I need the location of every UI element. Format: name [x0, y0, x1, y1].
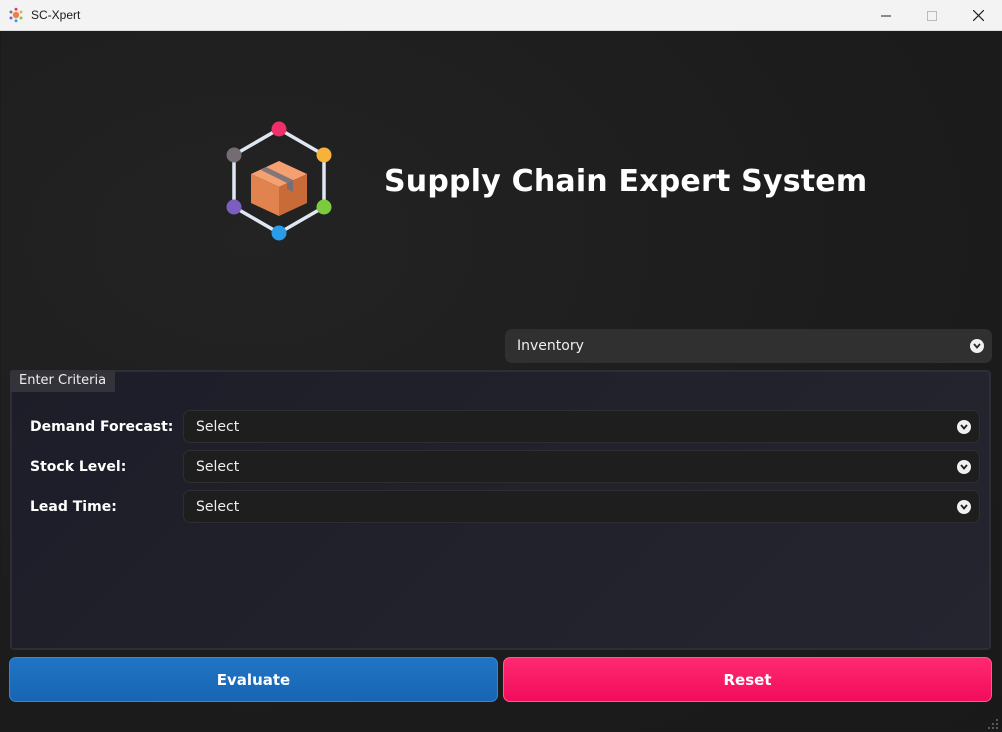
demand-forecast-select[interactable]: Select	[183, 410, 980, 443]
window-titlebar: SC-Xpert	[0, 0, 1002, 31]
lead-time-select[interactable]: Select	[183, 490, 980, 523]
maximize-icon	[927, 10, 937, 21]
minimize-button[interactable]	[863, 0, 909, 31]
maximize-button[interactable]	[909, 0, 955, 31]
demand-forecast-value: Select	[196, 418, 240, 435]
window-title: SC-Xpert	[31, 8, 81, 22]
category-select[interactable]: Inventory	[505, 329, 992, 363]
package-network-icon	[226, 121, 332, 241]
chevron-down-icon	[957, 499, 971, 514]
app-icon	[9, 7, 23, 23]
chevron-down-icon	[957, 419, 971, 434]
page-title: Supply Chain Expert System	[384, 164, 868, 199]
stock-level-select[interactable]: Select	[183, 450, 980, 483]
lead-time-value: Select	[196, 498, 240, 515]
stock-level-value: Select	[196, 458, 240, 475]
close-button[interactable]	[955, 0, 1001, 31]
lead-time-label: Lead Time:	[30, 499, 117, 515]
resize-grip-icon[interactable]	[988, 719, 998, 729]
category-select-value: Inventory	[517, 338, 584, 354]
close-icon	[972, 10, 984, 21]
stock-level-label: Stock Level:	[30, 459, 127, 475]
chevron-down-icon	[970, 339, 984, 353]
criteria-tab[interactable]: Enter Criteria	[10, 370, 116, 392]
demand-forecast-label: Demand Forecast:	[30, 419, 174, 435]
minimize-icon	[881, 15, 891, 16]
reset-button[interactable]: Reset	[503, 657, 992, 702]
chevron-down-icon	[957, 459, 971, 474]
evaluate-button[interactable]: Evaluate	[9, 657, 498, 702]
